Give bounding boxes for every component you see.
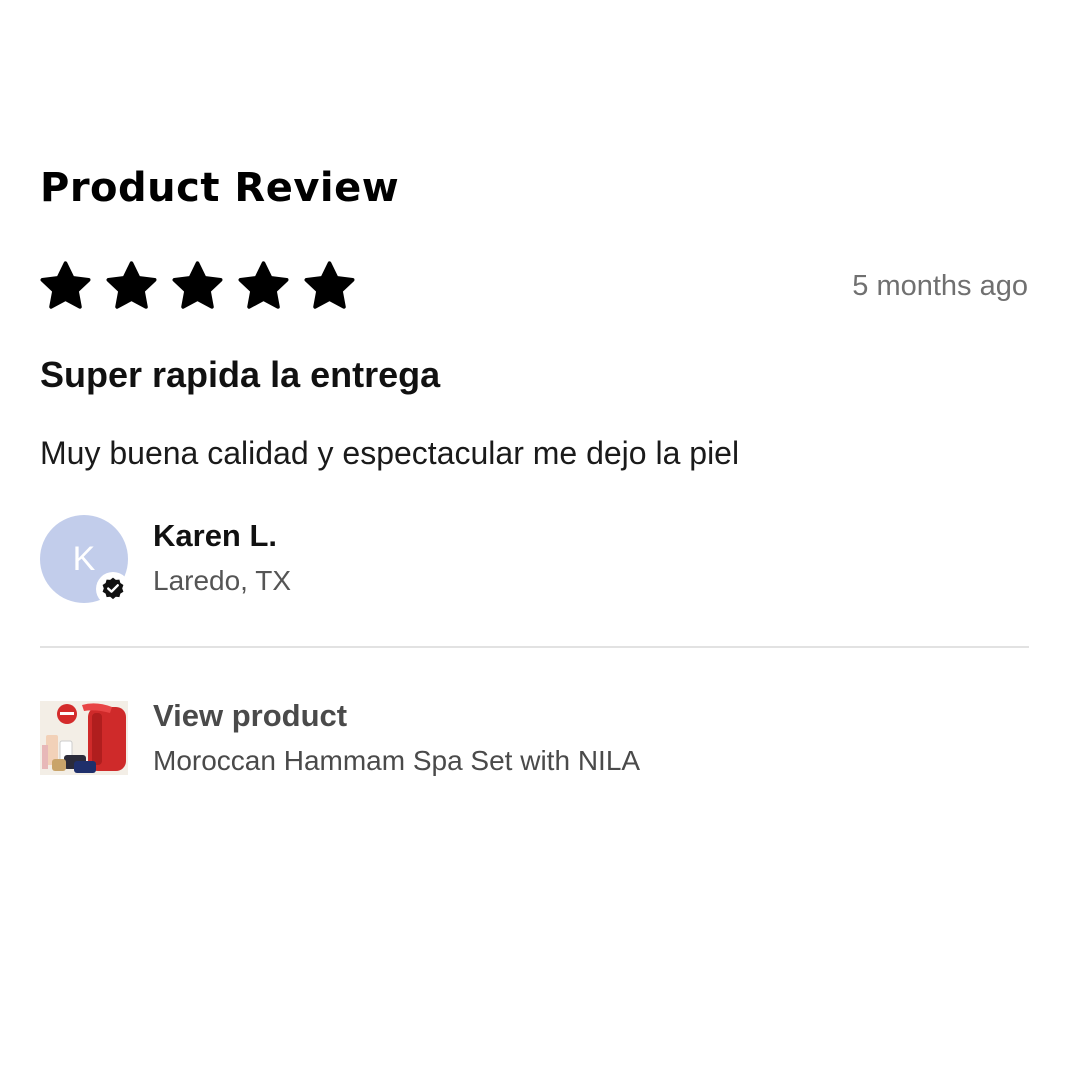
- avatar-initial: K: [72, 540, 96, 578]
- star-icon: [304, 261, 355, 309]
- star-icon: [106, 261, 157, 309]
- star-icon: [172, 261, 223, 309]
- page-title: Product Review: [40, 165, 400, 211]
- verified-badge: [96, 572, 130, 606]
- star-icon: [40, 261, 91, 309]
- author-location: Laredo, TX: [153, 565, 292, 596]
- review-timestamp: 5 months ago: [852, 270, 1028, 302]
- review-title: Super rapida la entrega: [40, 354, 441, 395]
- star-rating: [38, 259, 357, 314]
- star-icon: [238, 261, 289, 309]
- product-image: [40, 701, 128, 775]
- author-name: Karen L.: [153, 518, 278, 553]
- view-product-link[interactable]: View product: [153, 696, 347, 736]
- review-body: Muy buena calidad y espectacular me dejo…: [40, 435, 740, 471]
- divider: [40, 646, 1029, 648]
- product-thumbnail[interactable]: [40, 701, 128, 775]
- verified-check-icon: [102, 577, 124, 600]
- product-name: Moroccan Hammam Spa Set with NILA: [153, 745, 641, 776]
